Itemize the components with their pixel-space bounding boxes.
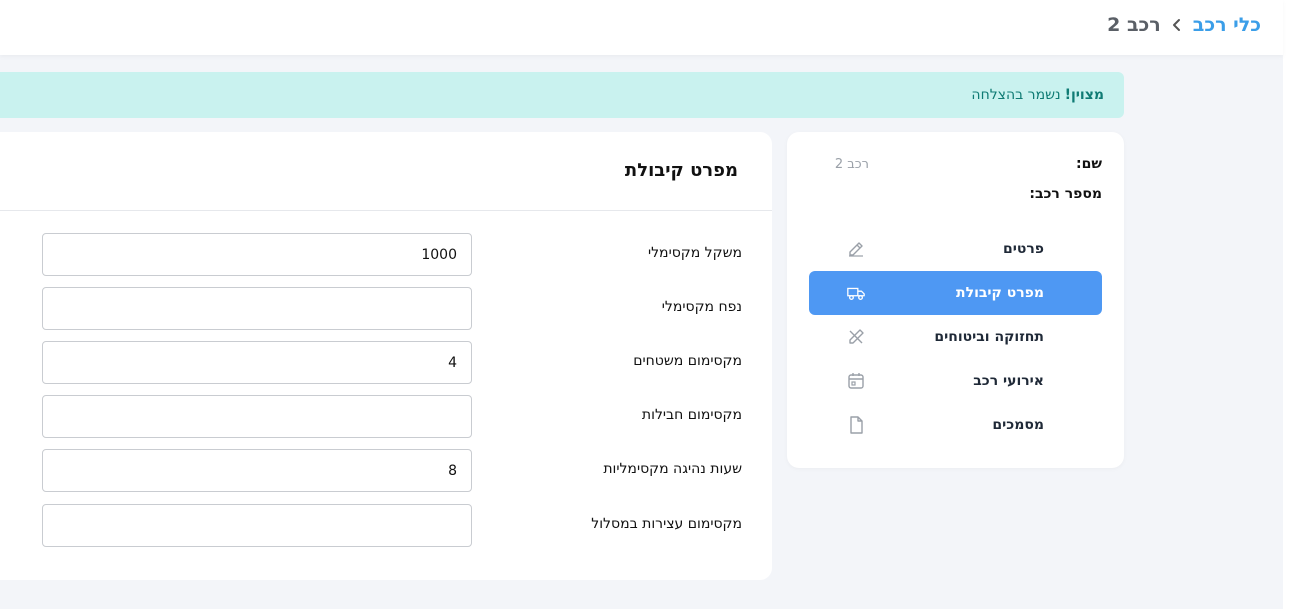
field-label: שעות נהיגה מקסימליות — [603, 461, 742, 477]
nav-item-label: אירועי רכב — [973, 373, 1044, 389]
vehicle-name-row: שם: — [1076, 156, 1102, 172]
max-stops-input[interactable] — [42, 504, 472, 547]
page-title: מפרט קיבולת — [624, 160, 738, 181]
nav-item-label: מסמכים — [992, 417, 1044, 433]
edit-icon — [846, 239, 866, 259]
nav-item-capacity[interactable]: מפרט קיבולת — [809, 271, 1102, 315]
field-max-packages: מקסימום חבילות — [42, 395, 742, 438]
breadcrumb-vehicles-link[interactable]: כלי רכב — [1193, 14, 1261, 36]
alert-message: נשמר בהצלחה — [971, 87, 1061, 103]
document-icon — [846, 415, 866, 435]
breadcrumb: כלי רכב רכב 2 — [1107, 14, 1261, 36]
nav-item-label: מפרט קיבולת — [956, 285, 1044, 301]
field-max-weight: משקל מקסימלי — [42, 233, 742, 276]
success-alert: מצוין! נשמר בהצלחה — [0, 72, 1124, 118]
top-bar: כלי רכב רכב 2 — [0, 0, 1283, 55]
breadcrumb-current: רכב 2 — [1107, 14, 1161, 36]
vehicle-number-row: מספר רכב: — [1029, 186, 1102, 202]
vehicle-number-label: מספר רכב: — [1029, 186, 1102, 202]
divider — [0, 210, 772, 211]
capacity-panel: מפרט קיבולת משקל מקסימלי נפח מקסימלי מקס… — [0, 132, 772, 580]
field-max-pallets: מקסימום משטחים — [42, 341, 742, 384]
field-label: מקסימום משטחים — [633, 353, 742, 369]
nav-item-label: תחזוקה וביטוחים — [934, 329, 1044, 345]
field-label: משקל מקסימלי — [647, 245, 742, 261]
max-volume-input[interactable] — [42, 287, 472, 330]
calendar-icon — [846, 371, 866, 391]
vehicle-name-value: רכב 2 — [834, 157, 869, 172]
tools-icon — [846, 327, 866, 347]
vehicle-nav: פרטים מפרט קיבולת תחזוקה וביטוחים אירועי… — [809, 227, 1102, 447]
max-weight-input[interactable] — [42, 233, 472, 276]
field-label: נפח מקסימלי — [661, 299, 742, 315]
chevron-left-icon — [1171, 17, 1183, 33]
window-edge — [1283, 0, 1289, 609]
nav-item-events[interactable]: אירועי רכב — [809, 359, 1102, 403]
field-max-stops: מקסימום עצירות במסלול — [42, 504, 742, 547]
nav-item-maintenance[interactable]: תחזוקה וביטוחים — [809, 315, 1102, 359]
max-pallets-input[interactable] — [42, 341, 472, 384]
max-driving-hours-input[interactable] — [42, 449, 472, 492]
nav-item-documents[interactable]: מסמכים — [809, 403, 1102, 447]
nav-item-details[interactable]: פרטים — [809, 227, 1102, 271]
vehicle-sidebar: שם: רכב 2 מספר רכב: פרטים מפרט קיבולת תח… — [787, 132, 1124, 468]
max-packages-input[interactable] — [42, 395, 472, 438]
field-max-volume: נפח מקסימלי — [42, 287, 742, 330]
field-label: מקסימום עצירות במסלול — [591, 516, 742, 532]
nav-item-label: פרטים — [1002, 241, 1044, 257]
vehicle-name-label: שם: — [1076, 156, 1102, 172]
field-max-driving-hours: שעות נהיגה מקסימליות — [42, 449, 742, 492]
truck-icon — [846, 283, 866, 303]
alert-title: מצוין! — [1064, 87, 1104, 103]
field-label: מקסימום חבילות — [641, 407, 742, 423]
